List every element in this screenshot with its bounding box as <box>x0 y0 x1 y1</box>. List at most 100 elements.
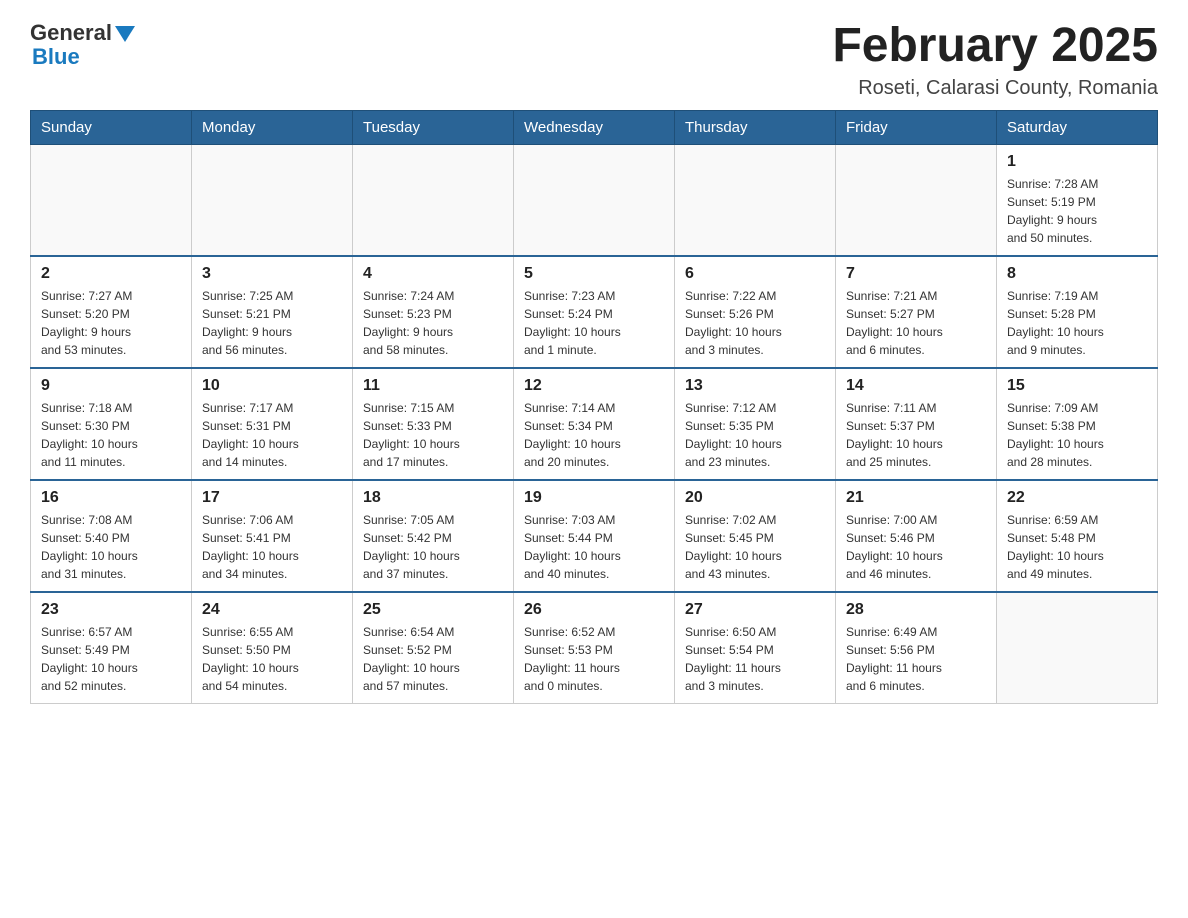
day-number: 2 <box>41 265 181 283</box>
day-number: 25 <box>363 601 503 619</box>
calendar-cell: 11 Sunrise: 7:15 AM Sunset: 5:33 PM Dayli… <box>353 368 514 480</box>
calendar-cell: 17Sunrise: 7:06 AM Sunset: 5:41 PM Dayli… <box>192 480 353 592</box>
day-number: 5 <box>524 265 664 283</box>
week-row-3: 16Sunrise: 7:08 AM Sunset: 5:40 PM Dayli… <box>31 480 1158 592</box>
day-number: 6 <box>685 265 825 283</box>
header-saturday: Saturday <box>997 110 1158 144</box>
day-info: Sunrise: 7:21 AM Sunset: 5:27 PM Dayligh… <box>846 287 986 359</box>
calendar-cell: 14 Sunrise: 7:11 AM Sunset: 5:37 PM Dayli… <box>836 368 997 480</box>
day-number: 17 <box>202 489 342 507</box>
week-row-0: 1 Sunrise: 7:28 AM Sunset: 5:19 PM Daylig… <box>31 144 1158 256</box>
calendar-cell: 12 Sunrise: 7:14 AM Sunset: 5:34 PM Dayli… <box>514 368 675 480</box>
calendar-cell: 7 Sunrise: 7:21 AM Sunset: 5:27 PM Daylig… <box>836 256 997 368</box>
calendar-cell: 26Sunrise: 6:52 AM Sunset: 5:53 PM Dayli… <box>514 592 675 704</box>
day-info: Sunrise: 6:54 AM Sunset: 5:52 PM Dayligh… <box>363 623 503 695</box>
day-info: Sunrise: 7:09 AM Sunset: 5:38 PM Dayligh… <box>1007 399 1147 471</box>
calendar-cell: 21 Sunrise: 7:00 AM Sunset: 5:46 PM Dayli… <box>836 480 997 592</box>
day-info: Sunrise: 6:59 AM Sunset: 5:48 PM Dayligh… <box>1007 511 1147 583</box>
day-info: Sunrise: 6:55 AM Sunset: 5:50 PM Dayligh… <box>202 623 342 695</box>
day-number: 7 <box>846 265 986 283</box>
logo-general-text: General <box>30 20 112 46</box>
day-info: Sunrise: 7:12 AM Sunset: 5:35 PM Dayligh… <box>685 399 825 471</box>
day-number: 19 <box>524 489 664 507</box>
calendar-cell: 1 Sunrise: 7:28 AM Sunset: 5:19 PM Daylig… <box>997 144 1158 256</box>
calendar-cell: 9 Sunrise: 7:18 AM Sunset: 5:30 PM Daylig… <box>31 368 192 480</box>
calendar-cell: 28 Sunrise: 6:49 AM Sunset: 5:56 PM Dayli… <box>836 592 997 704</box>
day-info: Sunrise: 7:00 AM Sunset: 5:46 PM Dayligh… <box>846 511 986 583</box>
day-info: Sunrise: 7:28 AM Sunset: 5:19 PM Dayligh… <box>1007 175 1147 247</box>
header-monday: Monday <box>192 110 353 144</box>
calendar-title: February 2025 <box>832 20 1158 73</box>
day-info: Sunrise: 7:22 AM Sunset: 5:26 PM Dayligh… <box>685 287 825 359</box>
day-info: Sunrise: 6:52 AM Sunset: 5:53 PM Dayligh… <box>524 623 664 695</box>
calendar-cell: 10 Sunrise: 7:17 AM Sunset: 5:31 PM Dayli… <box>192 368 353 480</box>
calendar-table: SundayMondayTuesdayWednesdayThursdayFrid… <box>30 110 1158 704</box>
header-friday: Friday <box>836 110 997 144</box>
day-info: Sunrise: 7:05 AM Sunset: 5:42 PM Dayligh… <box>363 511 503 583</box>
day-number: 11 <box>363 377 503 395</box>
day-number: 23 <box>41 601 181 619</box>
title-block: February 2025 Roseti, Calarasi County, R… <box>832 20 1158 100</box>
page-header: General Blue February 2025 Roseti, Calar… <box>30 20 1158 100</box>
day-number: 8 <box>1007 265 1147 283</box>
calendar-cell: 5 Sunrise: 7:23 AM Sunset: 5:24 PM Daylig… <box>514 256 675 368</box>
calendar-cell: 25 Sunrise: 6:54 AM Sunset: 5:52 PM Dayli… <box>353 592 514 704</box>
day-number: 10 <box>202 377 342 395</box>
calendar-cell: 20 Sunrise: 7:02 AM Sunset: 5:45 PM Dayli… <box>675 480 836 592</box>
day-number: 13 <box>685 377 825 395</box>
header-tuesday: Tuesday <box>353 110 514 144</box>
day-number: 24 <box>202 601 342 619</box>
calendar-cell: 6 Sunrise: 7:22 AM Sunset: 5:26 PM Daylig… <box>675 256 836 368</box>
day-info: Sunrise: 7:17 AM Sunset: 5:31 PM Dayligh… <box>202 399 342 471</box>
calendar-cell: 3Sunrise: 7:25 AM Sunset: 5:21 PM Daylig… <box>192 256 353 368</box>
calendar-cell <box>192 144 353 256</box>
calendar-cell <box>836 144 997 256</box>
day-info: Sunrise: 7:03 AM Sunset: 5:44 PM Dayligh… <box>524 511 664 583</box>
day-info: Sunrise: 7:27 AM Sunset: 5:20 PM Dayligh… <box>41 287 181 359</box>
calendar-cell: 23 Sunrise: 6:57 AM Sunset: 5:49 PM Dayli… <box>31 592 192 704</box>
weekday-header-row: SundayMondayTuesdayWednesdayThursdayFrid… <box>31 110 1158 144</box>
calendar-subtitle: Roseti, Calarasi County, Romania <box>832 77 1158 100</box>
day-info: Sunrise: 7:02 AM Sunset: 5:45 PM Dayligh… <box>685 511 825 583</box>
day-number: 12 <box>524 377 664 395</box>
day-number: 20 <box>685 489 825 507</box>
day-number: 1 <box>1007 153 1147 171</box>
day-info: Sunrise: 7:14 AM Sunset: 5:34 PM Dayligh… <box>524 399 664 471</box>
day-info: Sunrise: 7:11 AM Sunset: 5:37 PM Dayligh… <box>846 399 986 471</box>
logo: General Blue <box>30 20 135 70</box>
day-info: Sunrise: 7:25 AM Sunset: 5:21 PM Dayligh… <box>202 287 342 359</box>
calendar-cell <box>997 592 1158 704</box>
day-number: 21 <box>846 489 986 507</box>
day-info: Sunrise: 7:19 AM Sunset: 5:28 PM Dayligh… <box>1007 287 1147 359</box>
day-number: 14 <box>846 377 986 395</box>
calendar-cell <box>31 144 192 256</box>
day-number: 9 <box>41 377 181 395</box>
calendar-cell: 16Sunrise: 7:08 AM Sunset: 5:40 PM Dayli… <box>31 480 192 592</box>
week-row-1: 2 Sunrise: 7:27 AM Sunset: 5:20 PM Daylig… <box>31 256 1158 368</box>
day-info: Sunrise: 6:57 AM Sunset: 5:49 PM Dayligh… <box>41 623 181 695</box>
calendar-cell: 2 Sunrise: 7:27 AM Sunset: 5:20 PM Daylig… <box>31 256 192 368</box>
day-info: Sunrise: 7:24 AM Sunset: 5:23 PM Dayligh… <box>363 287 503 359</box>
day-number: 18 <box>363 489 503 507</box>
calendar-cell: 8 Sunrise: 7:19 AM Sunset: 5:28 PM Daylig… <box>997 256 1158 368</box>
day-number: 4 <box>363 265 503 283</box>
day-info: Sunrise: 6:49 AM Sunset: 5:56 PM Dayligh… <box>846 623 986 695</box>
day-info: Sunrise: 7:18 AM Sunset: 5:30 PM Dayligh… <box>41 399 181 471</box>
day-info: Sunrise: 7:15 AM Sunset: 5:33 PM Dayligh… <box>363 399 503 471</box>
day-number: 27 <box>685 601 825 619</box>
header-sunday: Sunday <box>31 110 192 144</box>
calendar-cell: 19 Sunrise: 7:03 AM Sunset: 5:44 PM Dayli… <box>514 480 675 592</box>
calendar-cell <box>353 144 514 256</box>
day-number: 16 <box>41 489 181 507</box>
calendar-cell: 13 Sunrise: 7:12 AM Sunset: 5:35 PM Dayli… <box>675 368 836 480</box>
week-row-4: 23 Sunrise: 6:57 AM Sunset: 5:49 PM Dayli… <box>31 592 1158 704</box>
logo-blue-text: Blue <box>32 44 80 70</box>
calendar-cell: 4 Sunrise: 7:24 AM Sunset: 5:23 PM Daylig… <box>353 256 514 368</box>
calendar-cell: 22Sunrise: 6:59 AM Sunset: 5:48 PM Dayli… <box>997 480 1158 592</box>
day-number: 28 <box>846 601 986 619</box>
header-thursday: Thursday <box>675 110 836 144</box>
day-info: Sunrise: 7:23 AM Sunset: 5:24 PM Dayligh… <box>524 287 664 359</box>
calendar-cell: 27 Sunrise: 6:50 AM Sunset: 5:54 PM Dayli… <box>675 592 836 704</box>
calendar-cell <box>514 144 675 256</box>
day-info: Sunrise: 6:50 AM Sunset: 5:54 PM Dayligh… <box>685 623 825 695</box>
